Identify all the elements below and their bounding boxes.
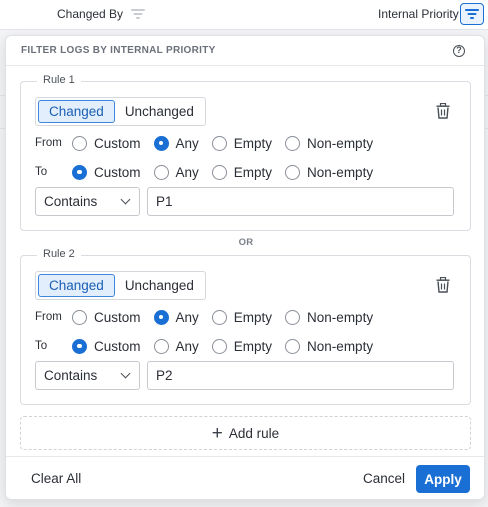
operator-value: Contains	[44, 194, 98, 209]
radio-button-checked[interactable]	[153, 309, 169, 325]
to-option-custom[interactable]: Custom	[72, 164, 141, 180]
change-toggle: Changed Unchanged	[35, 271, 206, 300]
popover-footer: Clear All Cancel Apply	[6, 456, 484, 500]
from-label: From	[35, 311, 62, 323]
option-label: Custom	[94, 135, 141, 151]
cancel-button[interactable]: Cancel	[363, 471, 405, 486]
to-row: To Custom Any Empty Non-empty	[35, 336, 386, 356]
radio-button-checked[interactable]	[72, 164, 87, 180]
radio-button[interactable]	[211, 309, 227, 325]
to-option-any[interactable]: Any	[153, 164, 199, 180]
radio-button[interactable]	[285, 338, 301, 354]
from-option-non-empty[interactable]: Non-empty	[285, 309, 374, 325]
add-rule-button[interactable]: + Add rule	[20, 416, 471, 450]
option-label: Empty	[233, 135, 273, 151]
to-option-any[interactable]: Any	[153, 338, 199, 354]
option-label: Empty	[233, 164, 273, 180]
option-label: Custom	[94, 309, 141, 325]
clear-all-button[interactable]: Clear All	[31, 471, 81, 486]
option-label: Non-empty	[307, 309, 374, 325]
radio-button[interactable]	[211, 338, 227, 354]
unchanged-toggle-button[interactable]: Unchanged	[115, 274, 204, 297]
column-header-internal-priority[interactable]: Internal Priority	[378, 7, 459, 21]
radio-button[interactable]	[285, 164, 301, 180]
column-label-changed-by: Changed By	[57, 7, 124, 21]
radio-button-checked[interactable]	[153, 135, 169, 151]
to-option-custom[interactable]: Custom	[72, 338, 141, 354]
to-label: To	[35, 340, 48, 352]
or-separator: OR	[238, 237, 254, 248]
from-option-any[interactable]: Any	[153, 309, 199, 325]
table-header: Changed By Internal Priority	[0, 0, 488, 30]
radio-button-checked[interactable]	[72, 338, 87, 354]
to-option-empty[interactable]: Empty	[211, 164, 273, 180]
radio-button[interactable]	[285, 135, 301, 151]
rule-value-input[interactable]	[147, 187, 454, 216]
radio-button[interactable]	[285, 309, 301, 325]
change-toggle: Changed Unchanged	[35, 97, 206, 126]
rule-value-input[interactable]	[147, 361, 454, 390]
to-label: To	[35, 166, 48, 178]
apply-button[interactable]: Apply	[416, 465, 470, 493]
changed-toggle-button[interactable]: Changed	[38, 274, 115, 297]
rule-legend: Rule 1	[37, 74, 81, 86]
from-option-any[interactable]: Any	[153, 135, 199, 151]
from-option-non-empty[interactable]: Non-empty	[285, 135, 374, 151]
option-label: Non-empty	[307, 338, 374, 354]
chevron-down-icon	[120, 194, 131, 205]
option-label: Non-empty	[307, 135, 374, 151]
unchanged-toggle-button[interactable]: Unchanged	[115, 100, 204, 123]
radio-button[interactable]	[153, 338, 169, 354]
option-label: Custom	[94, 164, 141, 180]
add-rule-label: Add rule	[228, 425, 280, 441]
radio-button[interactable]	[211, 135, 227, 151]
from-option-empty[interactable]: Empty	[211, 135, 273, 151]
from-row: From Custom Any Empty Non-empty	[35, 133, 386, 153]
option-label: Custom	[94, 338, 141, 354]
option-label: Empty	[233, 309, 273, 325]
option-label: Any	[175, 309, 199, 325]
to-option-empty[interactable]: Empty	[211, 338, 273, 354]
option-label: Any	[175, 164, 199, 180]
plus-icon: +	[211, 422, 223, 444]
to-option-non-empty[interactable]: Non-empty	[285, 164, 374, 180]
radio-button[interactable]	[72, 309, 87, 325]
rule-1: Rule 1 Changed Unchanged From Custom Any…	[20, 74, 471, 231]
from-option-custom[interactable]: Custom	[72, 135, 141, 151]
from-option-custom[interactable]: Custom	[72, 309, 141, 325]
filter-icon[interactable]	[131, 8, 146, 20]
operator-select[interactable]: Contains	[35, 187, 140, 216]
trash-icon[interactable]	[436, 277, 450, 293]
operator-value: Contains	[44, 368, 98, 383]
column-header-changed-by[interactable]: Changed By	[57, 7, 146, 21]
radio-button[interactable]	[72, 135, 87, 151]
chevron-down-icon	[120, 368, 131, 379]
option-label: Empty	[233, 338, 273, 354]
option-label: Any	[175, 338, 199, 354]
from-option-empty[interactable]: Empty	[211, 309, 273, 325]
rule-legend: Rule 2	[37, 248, 81, 260]
radio-button[interactable]	[153, 164, 169, 180]
operator-select[interactable]: Contains	[35, 361, 140, 390]
changed-toggle-button[interactable]: Changed	[38, 100, 115, 123]
question-circle-icon[interactable]: ?	[453, 44, 465, 57]
filter-popover: FILTER LOGS BY INTERNAL PRIORITY ? Rule …	[5, 35, 485, 500]
option-label: Any	[175, 135, 199, 151]
trash-icon[interactable]	[436, 103, 450, 119]
radio-button[interactable]	[211, 164, 227, 180]
from-label: From	[35, 137, 62, 149]
to-option-non-empty[interactable]: Non-empty	[285, 338, 374, 354]
popover-title: FILTER LOGS BY INTERNAL PRIORITY	[21, 45, 216, 56]
popover-header: FILTER LOGS BY INTERNAL PRIORITY ?	[6, 36, 484, 66]
internal-priority-filter-button[interactable]	[460, 3, 484, 25]
option-label: Non-empty	[307, 164, 374, 180]
column-label-internal-priority: Internal Priority	[378, 7, 459, 21]
from-row: From Custom Any Empty Non-empty	[35, 307, 386, 327]
rule-2: Rule 2 Changed Unchanged From Custom Any…	[20, 248, 471, 405]
filter-icon	[465, 8, 479, 20]
to-row: To Custom Any Empty Non-empty	[35, 162, 386, 182]
